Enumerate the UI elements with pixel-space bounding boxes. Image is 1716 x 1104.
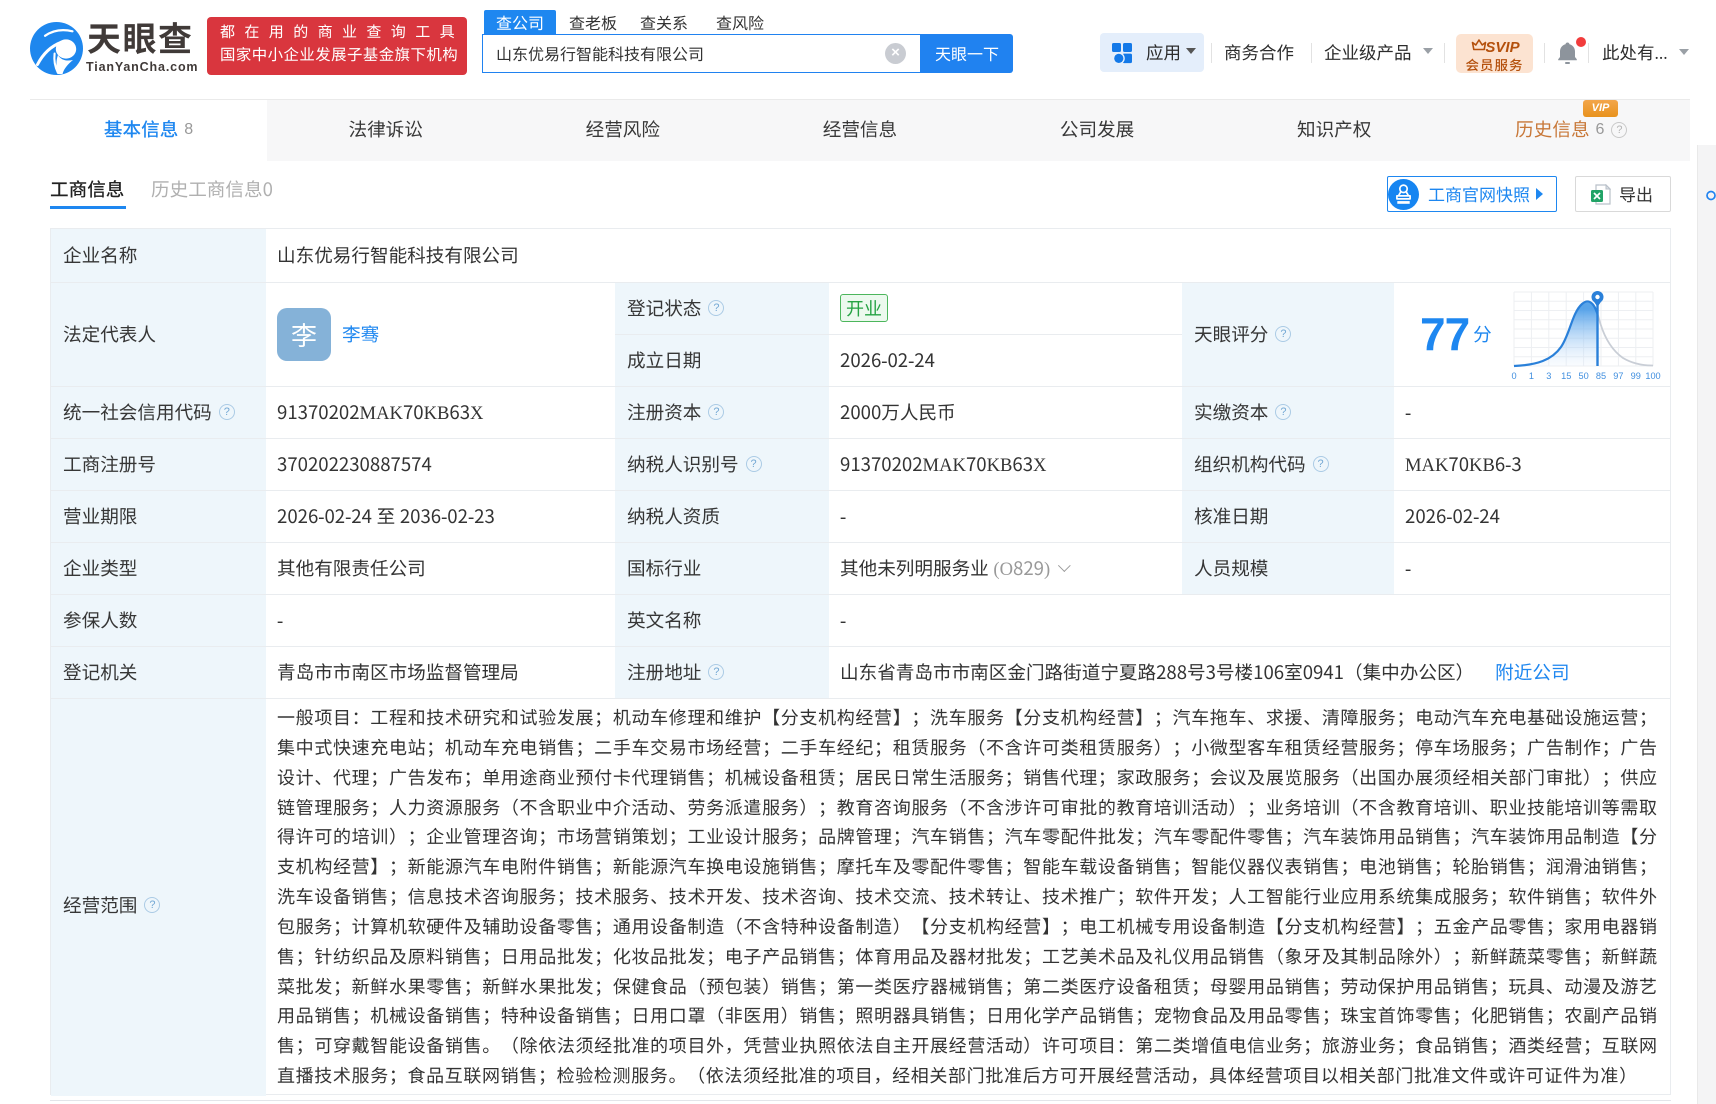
svg-text:99: 99 bbox=[1631, 371, 1641, 381]
svg-text:85: 85 bbox=[1596, 371, 1606, 381]
svg-text:100: 100 bbox=[1645, 371, 1660, 381]
svg-text:0: 0 bbox=[1511, 371, 1516, 381]
svg-text:50: 50 bbox=[1578, 371, 1588, 381]
svg-text:1: 1 bbox=[1529, 371, 1534, 381]
svg-text:15: 15 bbox=[1561, 371, 1571, 381]
svg-text:97: 97 bbox=[1613, 371, 1623, 381]
svg-text:3: 3 bbox=[1546, 371, 1551, 381]
